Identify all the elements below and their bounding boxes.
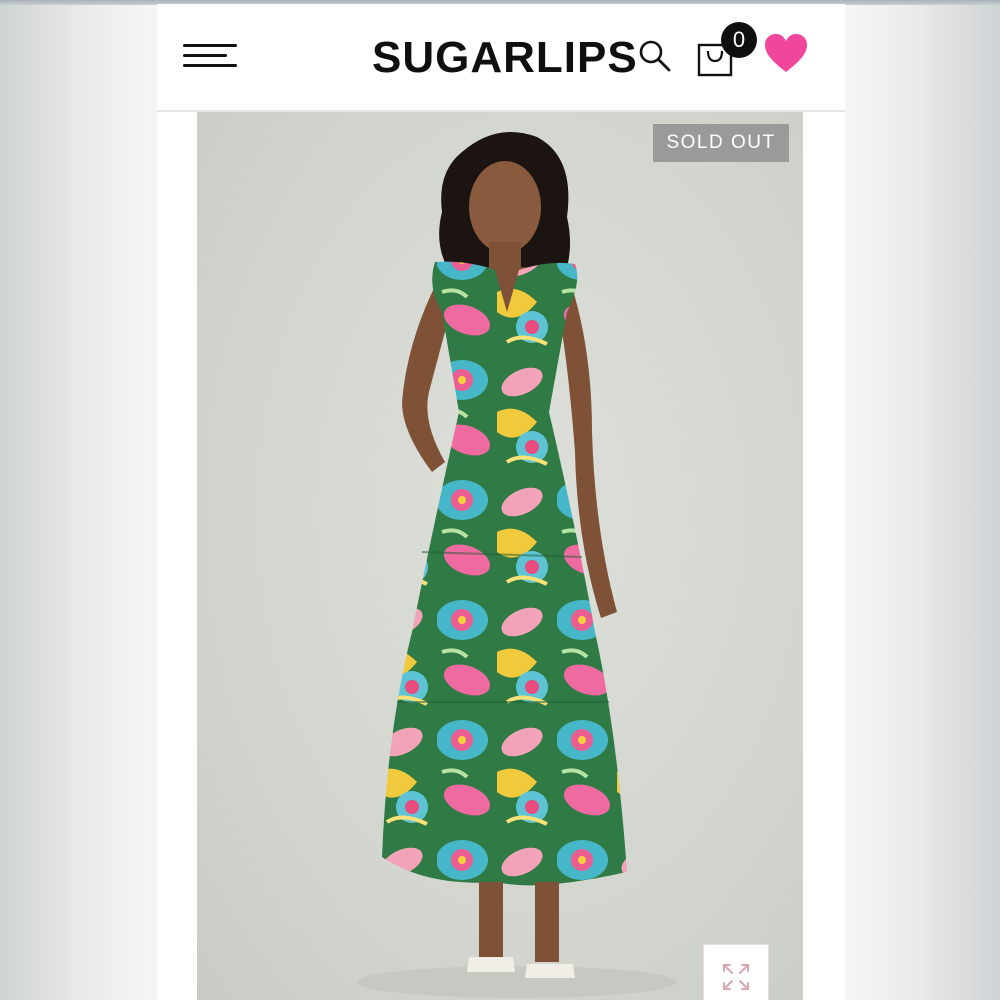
product-image[interactable]: SOLD OUT xyxy=(197,112,803,1000)
model-in-floral-dress-illustration xyxy=(357,132,677,998)
zoom-button[interactable] xyxy=(703,944,769,1000)
cart-count-badge: 0 xyxy=(721,22,757,58)
menu-button[interactable] xyxy=(183,40,239,74)
expand-icon xyxy=(723,964,749,990)
sold-out-badge: SOLD OUT xyxy=(653,124,789,162)
search-icon xyxy=(639,40,671,72)
heart-icon xyxy=(765,34,807,72)
site-header: SUGARLIPS 0 xyxy=(157,4,845,112)
mobile-page: SUGARLIPS 0 SOLD OUT xyxy=(157,4,845,1000)
brand-logo[interactable]: SUGARLIPS xyxy=(372,32,638,84)
wishlist-button[interactable] xyxy=(763,32,809,74)
search-button[interactable] xyxy=(637,38,673,74)
